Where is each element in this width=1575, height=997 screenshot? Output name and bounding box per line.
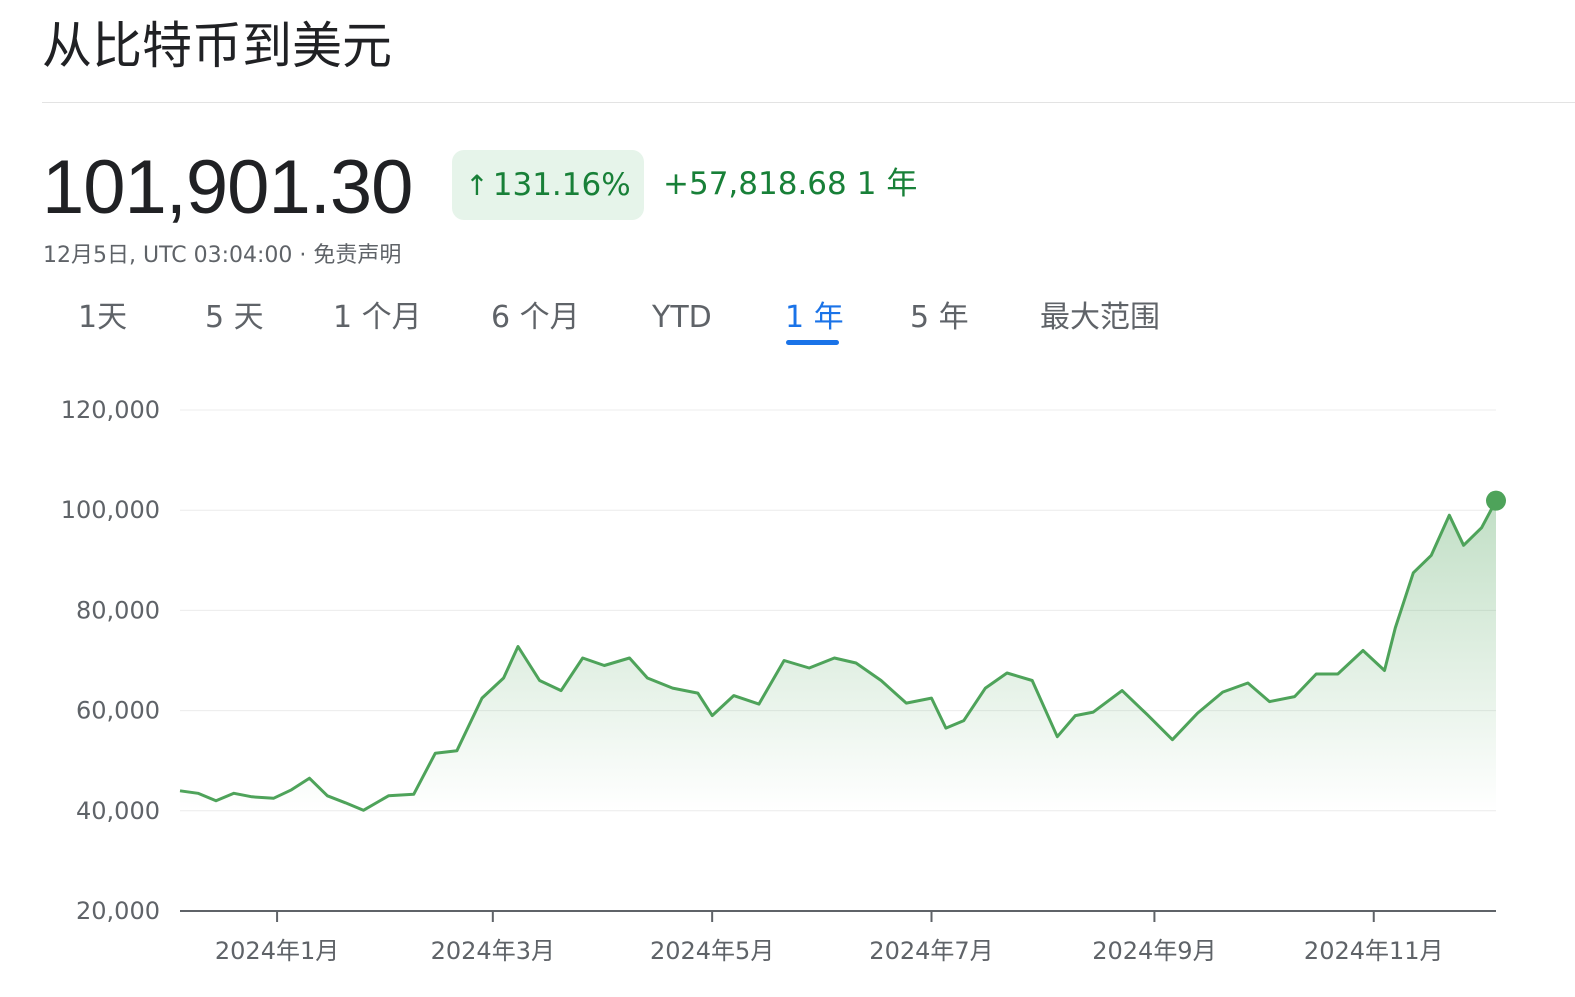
title-divider	[42, 102, 1575, 103]
tab-6-months[interactable]: 6 个月	[491, 296, 580, 340]
tab-1-month[interactable]: 1 个月	[333, 296, 422, 340]
x-tick-label: 2024年7月	[869, 937, 993, 965]
price-area-fill	[180, 500, 1496, 811]
tab-max-range[interactable]: 最大范围	[1040, 296, 1160, 340]
tab-5-days[interactable]: 5 天	[205, 296, 264, 340]
current-price-dot[interactable]	[1486, 490, 1506, 511]
price-chart[interactable]: 120,000 100,000 80,000 60,000 40,000 20,000 20…	[0, 360, 1575, 990]
tab-1-day[interactable]: 1天	[78, 296, 127, 340]
change-percent: 131.16%	[492, 167, 631, 203]
change-percent-badge: ↑ 131.16%	[452, 150, 644, 220]
change-summary: +57,818.68 1 年	[663, 162, 917, 206]
y-tick-label: 20,000	[76, 897, 160, 925]
page-title: 从比特币到美元	[42, 17, 392, 75]
x-tick-label: 2024年9月	[1092, 937, 1216, 965]
tab-1-year[interactable]: 1 年	[785, 296, 844, 340]
y-tick-label: 60,000	[76, 697, 160, 725]
x-tick-label: 2024年11月	[1304, 937, 1444, 965]
x-tick-label: 2024年3月	[431, 937, 555, 965]
x-tick-label: 2024年1月	[215, 937, 339, 965]
timestamp-disclaimer[interactable]: 12月5日, UTC 03:04:00 · 免责声明	[43, 240, 401, 272]
y-tick-label: 80,000	[76, 596, 160, 624]
y-tick-label: 40,000	[76, 797, 160, 825]
x-tick-label: 2024年5月	[650, 937, 774, 965]
active-tab-indicator	[786, 340, 839, 345]
current-price: 101,901.30	[42, 145, 413, 230]
tab-5-years[interactable]: 5 年	[910, 296, 969, 340]
change-value: +57,818.68	[663, 166, 847, 202]
y-tick-label: 100,000	[61, 496, 160, 524]
arrow-up-icon: ↑	[465, 168, 489, 202]
y-tick-label: 120,000	[61, 396, 160, 424]
change-period: 1 年	[856, 166, 918, 202]
tab-ytd[interactable]: YTD	[652, 296, 712, 340]
